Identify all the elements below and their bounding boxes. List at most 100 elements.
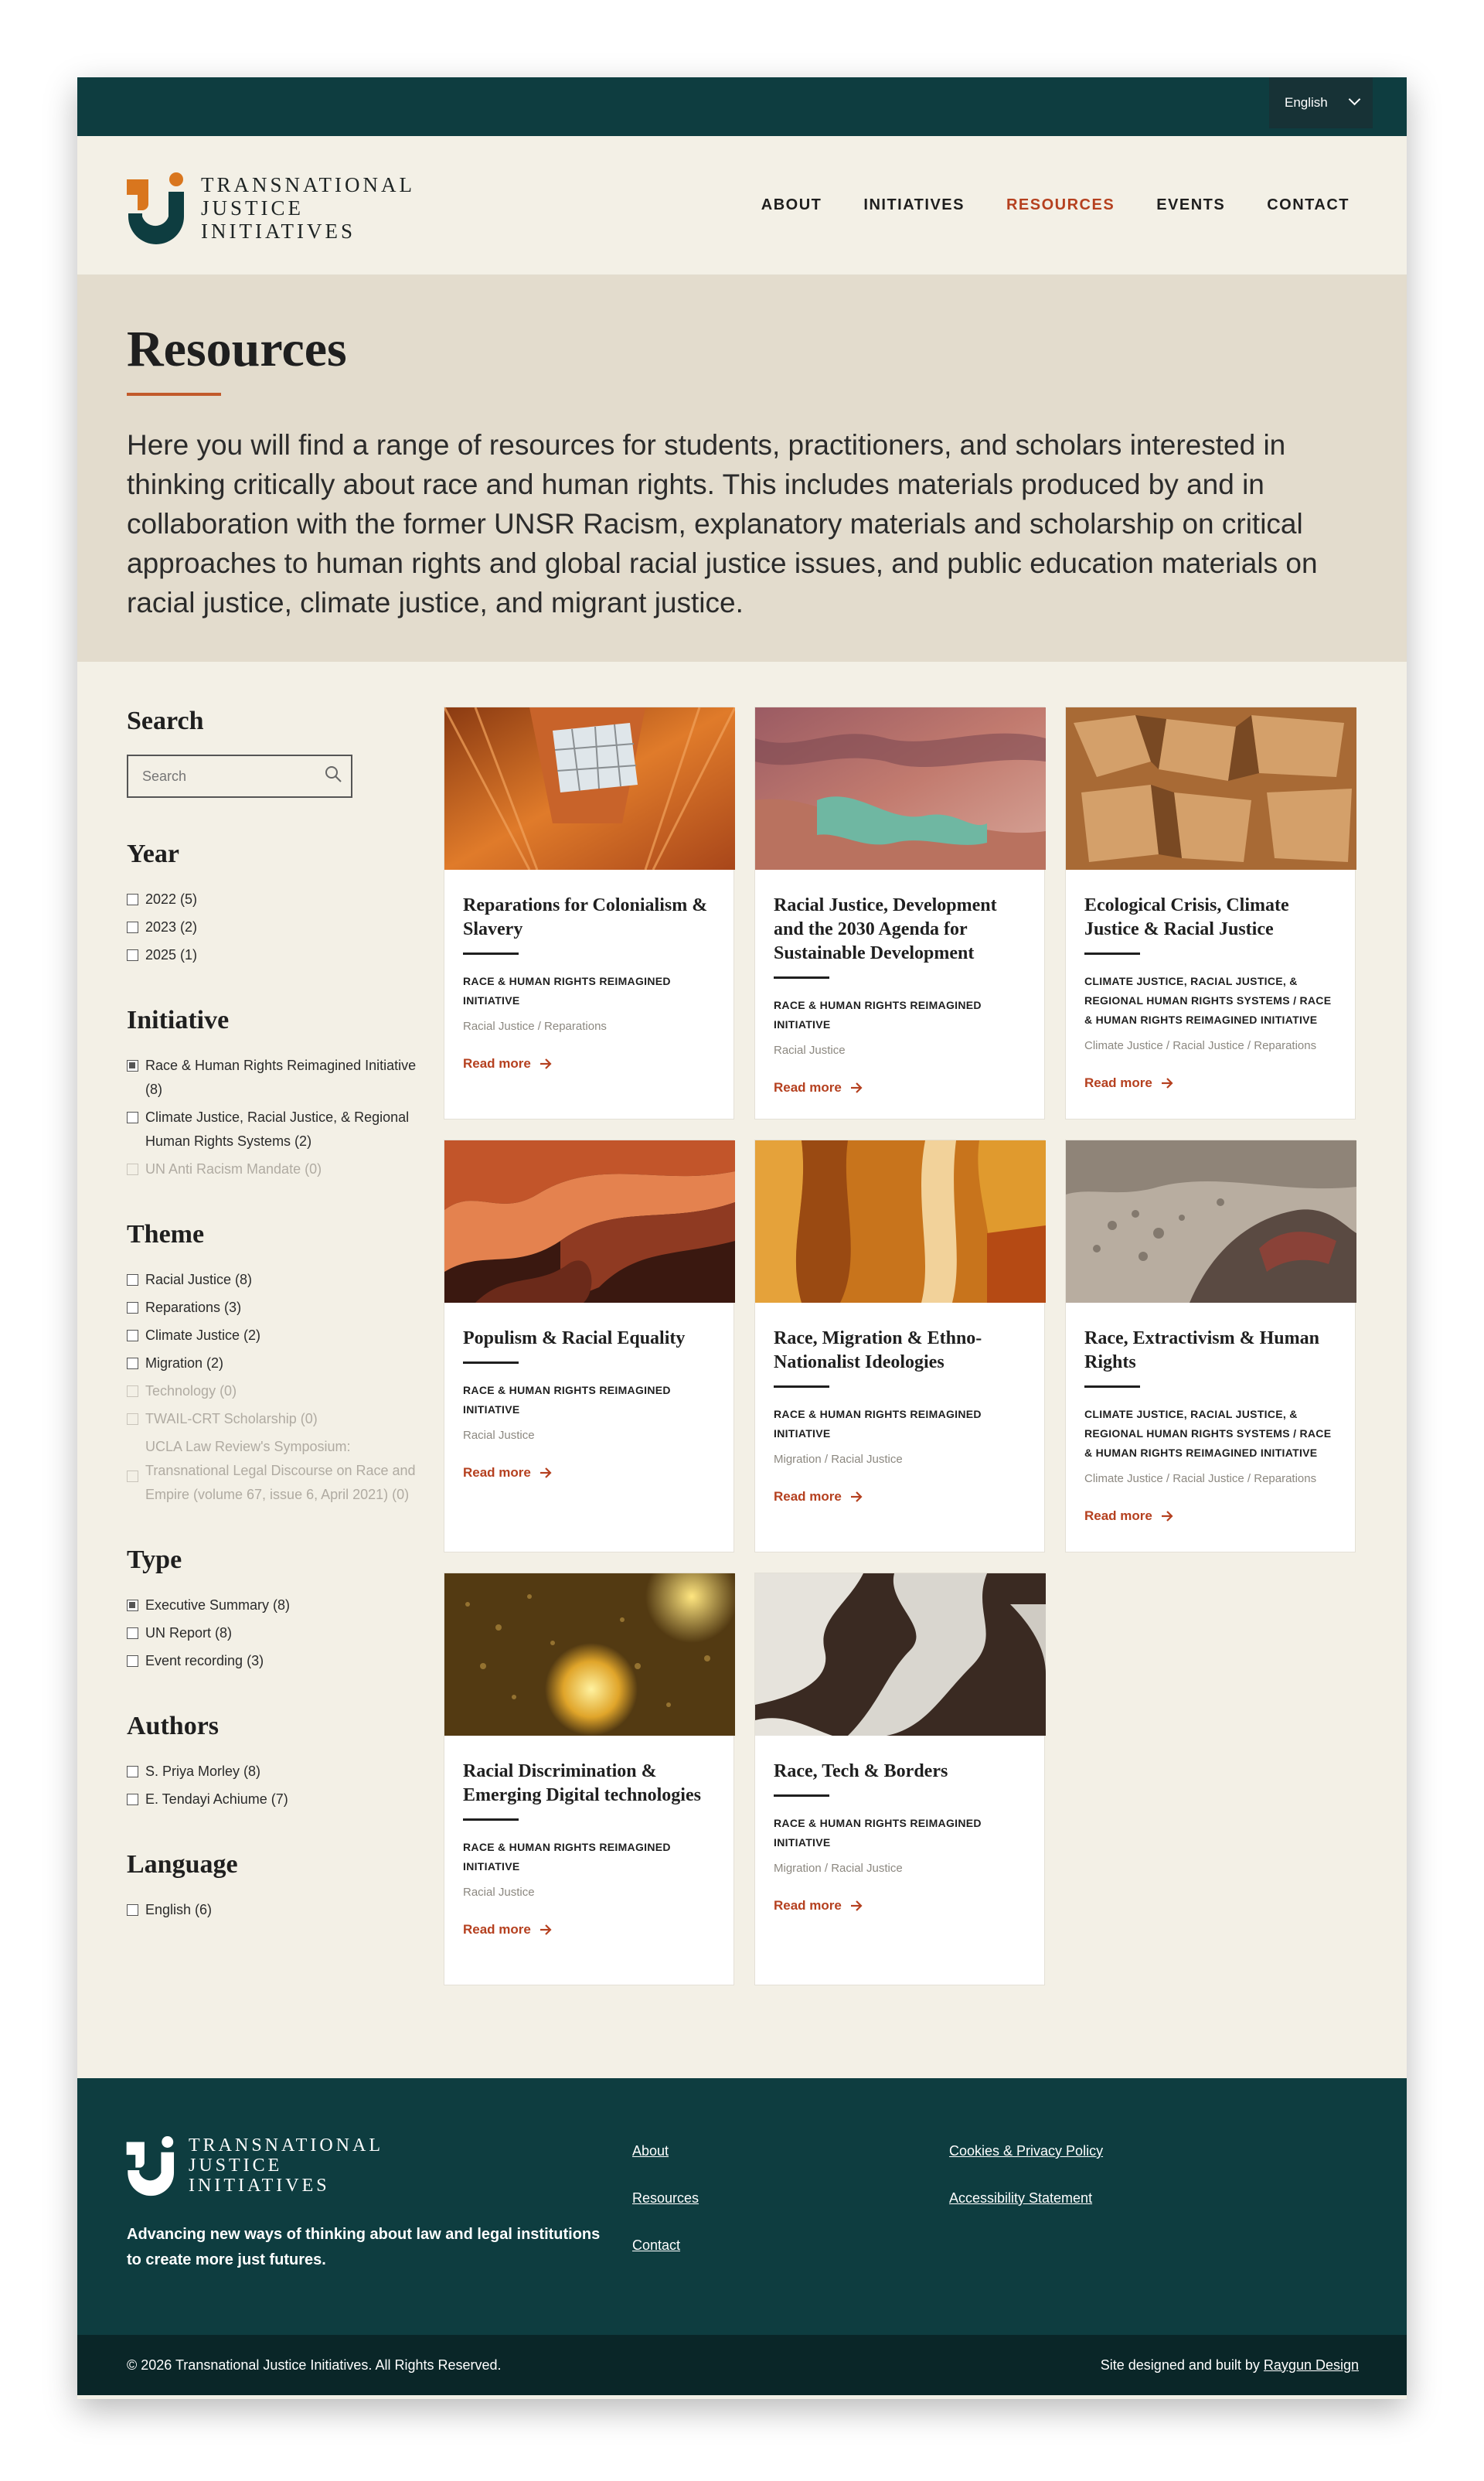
footer-link-about[interactable]: About	[632, 2143, 699, 2159]
card-body: Populism & Racial Equality RACE & HUMAN …	[444, 1307, 733, 1481]
footer-logo[interactable]: TRANSNATIONAL JUSTICE INITIATIVES	[125, 2135, 383, 2197]
filter-option-label: English (6)	[145, 1902, 213, 1917]
card-title[interactable]: Race, Migration & Ethno-Nationalist Ideo…	[774, 1327, 1026, 1375]
checkbox[interactable]	[127, 894, 138, 905]
footer-link-contact[interactable]: Contact	[632, 2237, 699, 2254]
card-title[interactable]: Populism & Racial Equality	[463, 1327, 715, 1351]
card-body: Racial Justice, Development and the 2030…	[755, 874, 1044, 1096]
filter-option[interactable]: Race & Human Rights Reimagined Initiativ…	[127, 1054, 420, 1102]
checkbox	[127, 1413, 138, 1425]
card-title[interactable]: Reparations for Colonialism & Slavery	[463, 894, 715, 942]
resource-card[interactable]: Ecological Crisis, Climate Justice & Rac…	[1065, 707, 1356, 1120]
resource-card[interactable]: Race, Migration & Ethno-Nationalist Ideo…	[754, 1140, 1046, 1552]
card-initiative: RACE & HUMAN RIGHTS REIMAGINED INITIATIV…	[774, 1408, 982, 1440]
resource-card[interactable]: Populism & Racial Equality RACE & HUMAN …	[444, 1140, 735, 1552]
credit-link[interactable]: Raygun Design	[1264, 2357, 1359, 2373]
checkbox[interactable]	[127, 1766, 138, 1777]
search-icon[interactable]	[325, 765, 342, 782]
filter-option[interactable]: E. Tendayi Achiume (7)	[127, 1787, 420, 1811]
filter-option-label: Event recording (3)	[145, 1653, 264, 1668]
read-more-link[interactable]: Read more	[774, 1898, 1026, 1914]
filter-option[interactable]: 2025 (1)	[127, 943, 420, 967]
read-more-link[interactable]: Read more	[1084, 1508, 1336, 1524]
filter-language: Language English (6)	[127, 1850, 420, 1922]
resource-card[interactable]: Racial Justice, Development and the 2030…	[754, 707, 1046, 1120]
arrow-right-icon	[850, 1900, 863, 1911]
checkbox[interactable]	[127, 1330, 138, 1341]
site-logo[interactable]: TRANSNATIONAL JUSTICE INITIATIVES	[125, 172, 415, 246]
resource-card[interactable]: Racial Discrimination & Emerging Digital…	[444, 1550, 738, 1985]
search-heading: Search	[127, 707, 204, 735]
filter-option-label: 2023 (2)	[145, 919, 198, 935]
arrow-right-icon	[539, 1058, 552, 1069]
card-initiative: RACE & HUMAN RIGHTS REIMAGINED INITIATIV…	[774, 999, 982, 1031]
filter-option-label: Climate Justice, Racial Justice, & Regio…	[145, 1109, 410, 1149]
checkbox[interactable]	[127, 1904, 138, 1916]
filter-option[interactable]: Event recording (3)	[127, 1649, 420, 1673]
filter-option-label: UN Anti Racism Mandate (0)	[145, 1161, 322, 1177]
checkbox[interactable]	[127, 1794, 138, 1805]
arrow-right-icon	[850, 1491, 863, 1502]
checkbox[interactable]	[127, 1358, 138, 1369]
read-more-link[interactable]: Read more	[774, 1489, 1026, 1505]
checkbox[interactable]	[127, 1060, 138, 1072]
nav-resources[interactable]: RESOURCES	[1006, 196, 1115, 214]
footer-link-cookies[interactable]: Cookies & Privacy Policy	[949, 2143, 1103, 2159]
filter-option[interactable]: Executive Summary (8)	[127, 1593, 420, 1617]
card-rule	[1084, 1385, 1140, 1388]
card-body: Race, Extractivism & Human Rights CLIMAT…	[1066, 1307, 1355, 1524]
checkbox[interactable]	[127, 922, 138, 933]
brand-line-2: JUSTICE	[201, 196, 305, 220]
language-selector[interactable]: English	[1269, 77, 1373, 128]
read-more-link[interactable]: Read more	[463, 1465, 715, 1481]
card-rule	[463, 1818, 519, 1821]
checkbox[interactable]	[127, 949, 138, 961]
nav-initiatives[interactable]: INITIATIVES	[863, 196, 965, 214]
checkbox[interactable]	[127, 1655, 138, 1667]
checkbox[interactable]	[127, 1274, 138, 1286]
read-more-label: Read more	[1084, 1508, 1152, 1523]
resource-card[interactable]: Reparations for Colonialism & Slavery RA…	[443, 707, 737, 1120]
checkbox	[127, 1164, 138, 1175]
read-more-link[interactable]: Read more	[774, 1080, 1026, 1096]
filter-option[interactable]: English (6)	[127, 1898, 420, 1922]
page-title: Resources	[127, 321, 347, 377]
filter-option-label: Racial Justice (8)	[145, 1272, 253, 1287]
footer-link-accessibility[interactable]: Accessibility Statement	[949, 2190, 1103, 2207]
filter-option[interactable]: 2023 (2)	[127, 915, 420, 939]
filter-option[interactable]: Migration (2)	[127, 1351, 420, 1375]
resource-card[interactable]: Race, Extractivism & Human Rights CLIMAT…	[1065, 1140, 1356, 1552]
read-more-link[interactable]: Read more	[1084, 1075, 1336, 1091]
card-title[interactable]: Race, Tech & Borders	[774, 1760, 1026, 1784]
filter-option[interactable]: Racial Justice (8)	[127, 1268, 420, 1292]
footer-link-resources[interactable]: Resources	[632, 2190, 699, 2207]
checkbox[interactable]	[127, 1600, 138, 1611]
filter-option[interactable]: S. Priya Morley (8)	[127, 1760, 420, 1784]
card-title[interactable]: Ecological Crisis, Climate Justice & Rac…	[1084, 894, 1336, 942]
filter-option[interactable]: Climate Justice, Racial Justice, & Regio…	[127, 1106, 420, 1154]
nav-contact[interactable]: CONTACT	[1267, 196, 1350, 214]
filter-option[interactable]: 2022 (5)	[127, 888, 420, 912]
checkbox[interactable]	[127, 1627, 138, 1639]
read-more-label: Read more	[463, 1465, 531, 1480]
nav-events[interactable]: EVENTS	[1156, 196, 1225, 214]
checkbox[interactable]	[127, 1302, 138, 1314]
footer-links-legal: Cookies & Privacy Policy Accessibility S…	[949, 2143, 1103, 2237]
filter-option[interactable]: UN Report (8)	[127, 1621, 420, 1645]
card-themes: Migration / Racial Justice	[774, 1862, 903, 1875]
card-initiative: RACE & HUMAN RIGHTS REIMAGINED INITIATIV…	[463, 1841, 671, 1873]
read-more-label: Read more	[774, 1080, 842, 1095]
card-title[interactable]: Racial Discrimination & Emerging Digital…	[463, 1760, 715, 1808]
read-more-link[interactable]: Read more	[463, 1056, 715, 1072]
resource-card[interactable]: Race, Tech & Borders RACE & HUMAN RIGHTS…	[754, 1573, 1046, 1985]
language-bar: English	[77, 77, 1407, 136]
read-more-link[interactable]: Read more	[463, 1922, 715, 1937]
main-nav: ABOUT INITIATIVES RESOURCES EVENTS CONTA…	[761, 196, 1350, 214]
checkbox[interactable]	[127, 1112, 138, 1123]
search-input[interactable]	[128, 756, 314, 796]
filter-option[interactable]: Climate Justice (2)	[127, 1324, 420, 1348]
card-title[interactable]: Racial Justice, Development and the 2030…	[774, 894, 1026, 966]
card-title[interactable]: Race, Extractivism & Human Rights	[1084, 1327, 1336, 1375]
nav-about[interactable]: ABOUT	[761, 196, 822, 214]
filter-option[interactable]: Reparations (3)	[127, 1296, 420, 1320]
